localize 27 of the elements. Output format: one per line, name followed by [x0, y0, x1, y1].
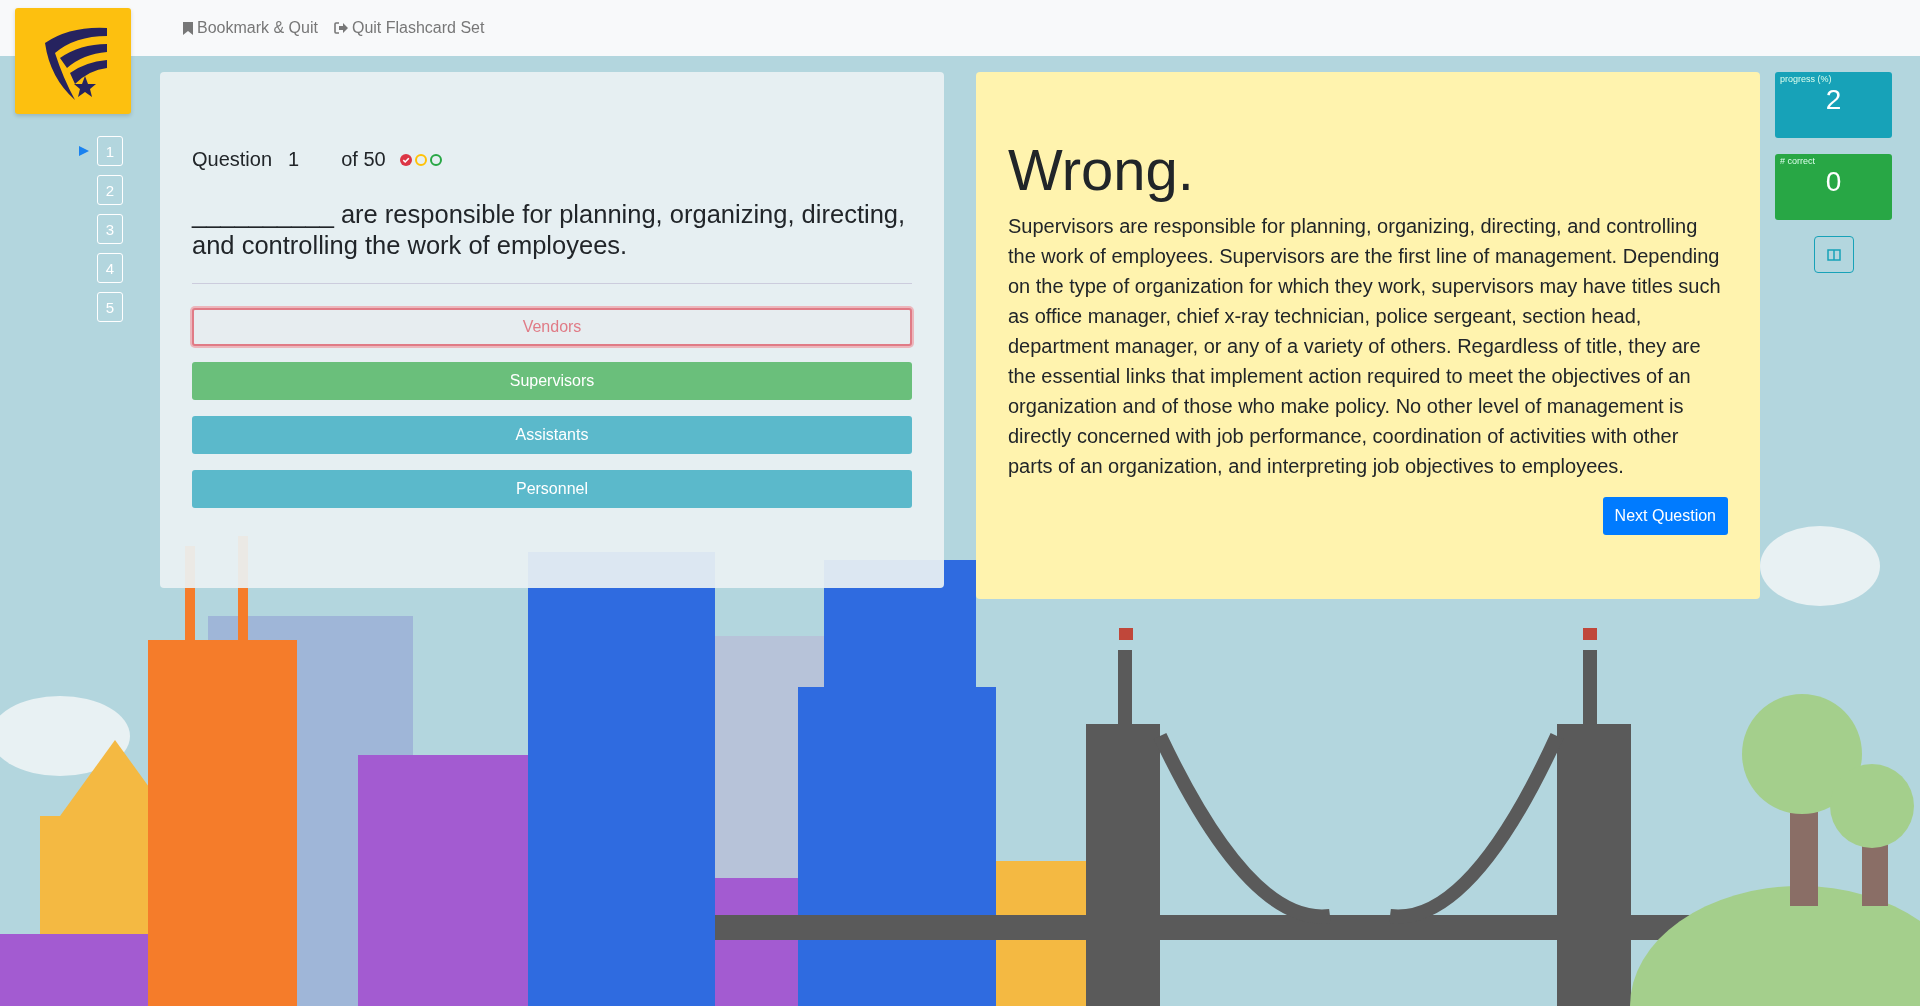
- question-label: Question: [192, 148, 273, 171]
- feedback-heading: Wrong.: [1008, 136, 1195, 203]
- layout-toggle-button[interactable]: [1813, 236, 1854, 273]
- question-number-button[interactable]: 5: [97, 292, 123, 322]
- answer-option[interactable]: Vendors: [192, 308, 912, 346]
- question-text: __________ are responsible for planning, organizing, directing, and controlling the work of employees.: [192, 199, 907, 261]
- question-number-button[interactable]: 4: [97, 253, 123, 283]
- columns-icon: [1826, 248, 1841, 261]
- quit-link[interactable]: Quit Flashcard Set: [333, 19, 485, 37]
- question-number-button[interactable]: 1: [97, 136, 123, 166]
- next-question-button[interactable]: Next Question: [1602, 497, 1728, 535]
- question-total: of 50: [341, 148, 386, 171]
- question-number-button[interactable]: 2: [97, 175, 123, 205]
- answer-option[interactable]: Supervisors: [192, 362, 912, 400]
- stat-value: 0: [1824, 166, 1843, 198]
- logo[interactable]: [15, 8, 131, 114]
- feedback-text: Supervisors are responsible for planning, organizing, directing, and controlling the work of employees. Supervisors are the first line of management. Depending on the type of organization for which they work, supervisors may have titles such as office manager, chief x-ray technician, police sergeant, section head, department manager, or any of a variety of others. Regardless of title, they are the essential links that implement action required to meet the objectives of an organization and of those who make policy. No other level of management is directly concerned with job performance, coordination of activities with other parts of an organization, and interpreting job objectives to employees.: [1008, 214, 1722, 479]
- answer-option[interactable]: Personnel: [192, 470, 912, 508]
- question-number-button[interactable]: 3: [97, 214, 123, 244]
- answer-option[interactable]: Assistants: [192, 416, 912, 454]
- stat-label: # correct: [1780, 156, 1816, 166]
- stat-value: 2: [1824, 84, 1843, 116]
- bookmark-icon: [183, 21, 193, 35]
- sign-out-icon: [333, 22, 348, 34]
- stat-label: progress (%): [1780, 74, 1833, 84]
- bookmark-quit-link[interactable]: Bookmark & Quit: [183, 19, 318, 37]
- question-number: 1: [288, 148, 300, 171]
